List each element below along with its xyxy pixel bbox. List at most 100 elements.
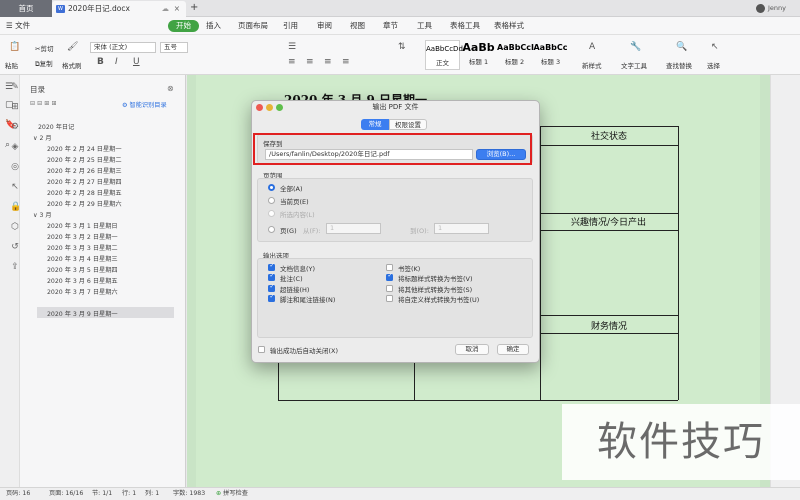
checkbox-bookmarks[interactable] <box>386 264 393 271</box>
bold-button[interactable]: B <box>97 57 104 67</box>
checkbox-doc-info[interactable] <box>268 262 275 271</box>
select-button[interactable]: 选择 <box>707 60 720 70</box>
format-painter-icon[interactable]: 🖌 <box>67 42 78 52</box>
ok-button[interactable]: 确定 <box>497 344 529 355</box>
checkbox-auto-close[interactable] <box>258 346 265 353</box>
style-preview: AaBbCcDd <box>426 45 463 53</box>
toc-item[interactable]: 2020 年 2 月 26 日星期三 <box>47 166 122 175</box>
checkbox-heading-bookmarks[interactable] <box>386 272 393 281</box>
paste-button[interactable]: 粘贴 <box>5 60 18 70</box>
table-line <box>540 213 678 214</box>
menu-review[interactable]: 审阅 <box>317 17 332 35</box>
style-heading-2[interactable]: AaBbCcI 标题 2 <box>497 40 534 70</box>
toc-item[interactable]: 2020 年 2 月 25 日星期二 <box>47 155 122 164</box>
format-icon[interactable]: ⊞ <box>10 102 20 112</box>
toc-item[interactable]: 2020 年 3 月 4 日星期三 <box>47 254 118 263</box>
cube-icon[interactable]: ⬡ <box>10 222 20 232</box>
find-replace-button[interactable]: 查找替换 <box>666 60 692 70</box>
align-left-icon[interactable]: ≡ <box>288 57 296 67</box>
toc-control-icons[interactable]: ⊟ ⊟ ⊞ ⊞ <box>30 100 57 107</box>
toc-item[interactable]: 2020 年 3 月 1 日星期日 <box>47 221 118 230</box>
radio-current[interactable] <box>268 197 275 204</box>
document-tab[interactable]: W 2020年日记.docx ☁ × <box>52 1 186 17</box>
menu-start[interactable]: 开始 <box>168 20 199 32</box>
location-icon[interactable]: ◎ <box>10 162 20 172</box>
close-tab-icon[interactable]: × <box>174 1 180 16</box>
menu-tools[interactable]: 工具 <box>417 17 432 35</box>
lock-icon[interactable]: 🔒 <box>10 202 21 212</box>
settings-icon[interactable]: ⚙ <box>10 122 20 132</box>
table-cell[interactable]: 财务情况 <box>591 319 627 332</box>
share-icon[interactable]: ⇪ <box>10 262 20 272</box>
new-style-button[interactable]: 新样式 <box>582 60 602 70</box>
spell-check-button[interactable]: ⊕ 拼写检查 <box>216 488 248 499</box>
paste-icon[interactable]: 📋 <box>9 42 20 52</box>
justify-icon[interactable]: ≡ <box>342 57 350 67</box>
menu-view[interactable]: 视图 <box>350 17 365 35</box>
copy-button[interactable]: ⧉复制 <box>35 58 53 69</box>
table-line <box>540 145 678 146</box>
checkbox-footnotes[interactable] <box>268 293 275 302</box>
text-tools-button[interactable]: 文字工具 <box>621 60 647 70</box>
checkbox-other-bookmarks[interactable] <box>386 285 393 292</box>
font-select[interactable]: 宋体 (正文) <box>90 42 156 53</box>
user-account[interactable]: Jenny <box>756 0 786 17</box>
style-heading-1[interactable]: AaBb 标题 1 <box>461 40 496 70</box>
home-tab[interactable]: 首页 <box>0 0 52 17</box>
checkbox-comments[interactable] <box>268 272 275 281</box>
toc-group-mar[interactable]: ∨ 3 月 <box>33 210 52 219</box>
menu-table-style[interactable]: 表格样式 <box>494 17 524 35</box>
table-line <box>540 315 678 316</box>
toc-root[interactable]: 2020 年日记 <box>38 122 74 131</box>
radio-all[interactable] <box>268 184 275 191</box>
tab-general[interactable]: 常规 <box>361 119 389 130</box>
cursor-icon[interactable]: ↖ <box>10 182 20 192</box>
menu-insert[interactable]: 插入 <box>206 17 221 35</box>
menu-table-tools[interactable]: 表格工具 <box>450 17 480 35</box>
toc-item-selected[interactable]: 2020 年 3 月 9 日星期一 <box>47 309 118 318</box>
toc-item[interactable]: 2020 年 2 月 29 日星期六 <box>47 199 122 208</box>
tab-permissions[interactable]: 权限设置 <box>389 119 427 130</box>
shapes-icon[interactable]: ◈ <box>10 142 20 152</box>
style-heading-3[interactable]: AaBbCc 标题 3 <box>533 40 568 70</box>
align-center-icon[interactable]: ≡ <box>306 57 314 67</box>
bullet-list-icon[interactable]: ☰ <box>288 42 296 52</box>
style-normal[interactable]: AaBbCcDd 正文 <box>425 40 463 70</box>
menu-chapter[interactable]: 章节 <box>383 17 398 35</box>
table-cell[interactable]: 兴趣情况/今日产出 <box>571 215 646 228</box>
style-name: 标题 1 <box>468 58 489 66</box>
toc-item[interactable]: 2020 年 3 月 7 日星期六 <box>47 287 118 296</box>
underline-button[interactable]: U <box>133 57 140 67</box>
table-cell[interactable]: 社交状态 <box>591 129 627 142</box>
menu-layout[interactable]: 页面布局 <box>238 17 268 35</box>
align-right-icon[interactable]: ≡ <box>324 57 332 67</box>
close-panel-icon[interactable]: ⊗ <box>167 84 174 93</box>
toc-item[interactable]: 2020 年 2 月 28 日星期五 <box>47 188 122 197</box>
radio-pages[interactable] <box>268 226 275 233</box>
toc-item[interactable]: 2020 年 2 月 27 日星期四 <box>47 177 122 186</box>
dialog-title: 输出 PDF 文件 <box>372 103 419 111</box>
new-tab-button[interactable]: + <box>190 0 198 16</box>
checkbox-hyperlinks[interactable] <box>268 283 275 292</box>
toc-item[interactable]: 2020 年 3 月 2 日星期一 <box>47 232 118 241</box>
history-icon[interactable]: ↺ <box>10 242 20 252</box>
italic-button[interactable]: I <box>115 57 118 67</box>
sort-icon[interactable]: ⇅ <box>398 42 406 52</box>
cancel-button[interactable]: 取消 <box>455 344 489 355</box>
smart-toc-button[interactable]: ⚙ 智能识别目录 <box>122 100 167 109</box>
edit-icon[interactable]: ✎ <box>10 82 20 92</box>
cut-button[interactable]: ✂剪切 <box>35 43 53 53</box>
toc-group-feb[interactable]: ∨ 2 月 <box>33 133 52 142</box>
toc-item[interactable]: 2020 年 3 月 3 日星期二 <box>47 243 118 252</box>
font-size-select[interactable]: 五号 <box>160 42 188 53</box>
status-pages: 页面: 16/16 <box>49 490 84 497</box>
menu-references[interactable]: 引用 <box>283 17 298 35</box>
toc-item[interactable]: 2020 年 2 月 24 日星期一 <box>47 144 122 153</box>
checkbox-custom-bookmarks[interactable] <box>386 295 393 302</box>
toc-item[interactable]: 2020 年 3 月 6 日星期五 <box>47 276 118 285</box>
toc-item[interactable]: 2020 年 3 月 5 日星期四 <box>47 265 118 274</box>
format-painter-button[interactable]: 格式刷 <box>62 60 82 70</box>
status-col: 列: 1 <box>145 490 160 497</box>
from-label: 从(F): <box>303 227 321 235</box>
file-menu[interactable]: ☰ 文件 <box>6 17 30 35</box>
